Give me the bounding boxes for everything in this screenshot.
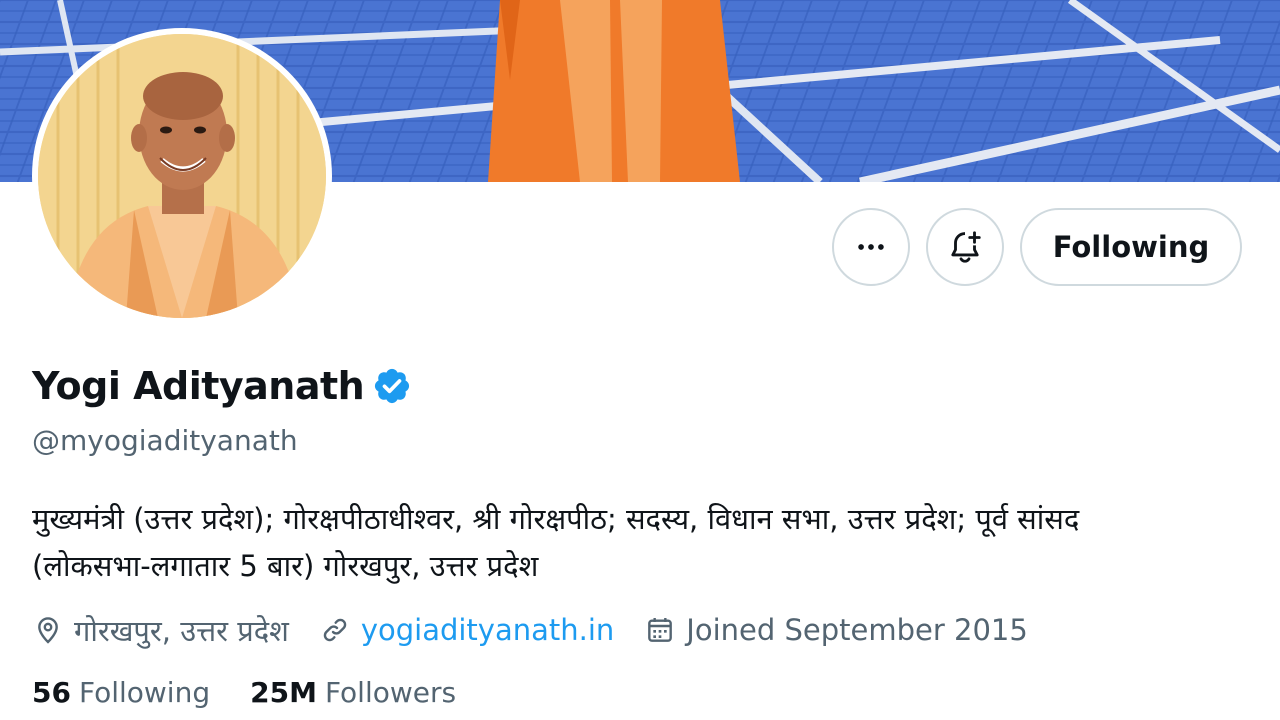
profile-stats: 56 Following 25M Followers: [32, 676, 496, 709]
bio-line: (लोकसभा-लगातार 5 बार) गोरखपुर, उत्तर प्र…: [32, 549, 539, 583]
joined-item: Joined September 2015: [644, 613, 1028, 647]
bio-line: मुख्यमंत्री (उत्तर प्रदेश); गोरक्षपीठाधी…: [32, 502, 1080, 536]
followers-stat-label: Followers: [324, 676, 457, 709]
joined-text: Joined September 2015: [686, 613, 1028, 647]
website-link[interactable]: yogiadityanath.in: [361, 613, 614, 647]
profile-name-row: Yogi Adityanath: [32, 364, 412, 408]
profile-avatar[interactable]: [32, 28, 332, 324]
followers-count: 25M: [250, 676, 317, 709]
followers-stat-link[interactable]: 25M Followers: [250, 676, 456, 709]
profile-meta: गोरखपुर, उत्तर प्रदेश yogiadityanath.in …: [32, 608, 1058, 652]
following-count: 56: [32, 676, 71, 709]
notifications-button[interactable]: [926, 208, 1004, 286]
following-button-label: Following: [1052, 230, 1210, 264]
avatar-photo: [38, 34, 326, 318]
following-stat-link[interactable]: 56 Following: [32, 676, 210, 709]
calendar-icon: [648, 618, 673, 642]
link-icon: [323, 618, 347, 642]
following-button[interactable]: Following: [1020, 208, 1242, 286]
display-name: Yogi Adityanath: [32, 364, 365, 408]
following-stat-label: Following: [78, 676, 211, 709]
profile-handle: @myogiadityanath: [32, 424, 298, 457]
verified-badge-icon[interactable]: [372, 366, 412, 406]
more-options-button[interactable]: [832, 208, 910, 286]
more-horizontal-icon: [858, 244, 884, 250]
profile-bio: मुख्यमंत्री (उत्तर प्रदेश); गोरक्षपीठाधी…: [32, 496, 1252, 590]
location-item: गोरखपुर, उत्तर प्रदेश: [32, 611, 289, 650]
website-item[interactable]: yogiadityanath.in: [319, 613, 614, 647]
location-text: गोरखपुर, उत्तर प्रदेश: [74, 613, 289, 648]
bell-plus-icon: [951, 231, 981, 263]
location-pin-icon: [38, 617, 58, 644]
